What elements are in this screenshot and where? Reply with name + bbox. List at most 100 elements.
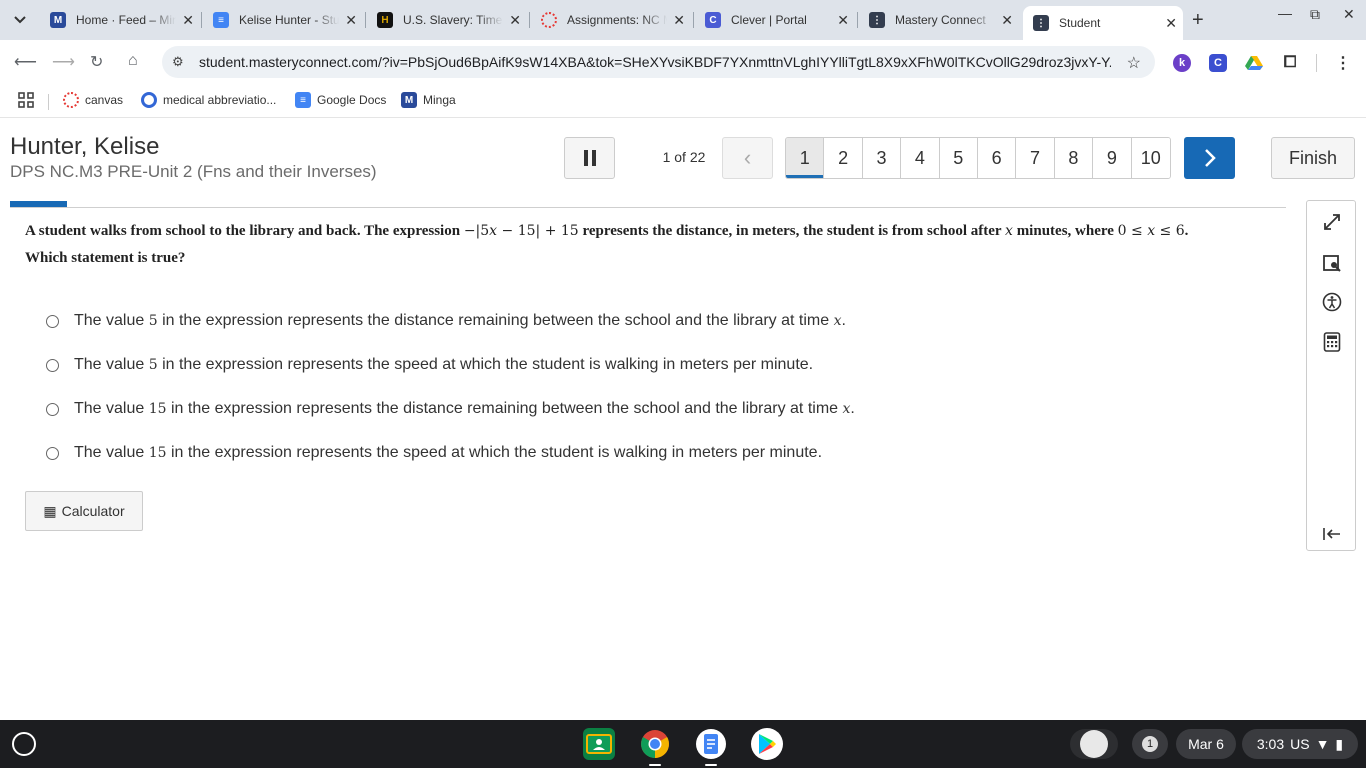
status-tray[interactable]: 3:03 US ▼ ▮ (1242, 729, 1358, 759)
date-tray[interactable]: Mar 6 (1176, 729, 1236, 759)
clever-icon: C (705, 12, 721, 28)
close-tab-icon[interactable]: ✕ (182, 12, 194, 29)
bookmark-google-docs[interactable]: ≡ Google Docs (295, 92, 386, 108)
answer-choice-a[interactable]: The value 5 in the expression represents… (46, 312, 846, 330)
close-tab-icon[interactable]: ✕ (345, 12, 357, 29)
question-number-3[interactable]: 3 (862, 138, 902, 178)
clock-time: 3:03 (1256, 736, 1285, 752)
question-number-10[interactable]: 10 (1131, 138, 1170, 178)
browser-toolbar: ⟵ ⟶ ↻ ⌂ ⚙ student.masteryconnect.com/?iv… (0, 40, 1366, 84)
new-tab-button[interactable]: + (1192, 9, 1204, 32)
question-number-4[interactable]: 4 (901, 138, 940, 178)
running-indicator (705, 764, 717, 766)
answer-choice-c[interactable]: The value 15 in the expression represent… (46, 400, 855, 418)
holding-space-tray[interactable] (1070, 729, 1118, 759)
bookmarks-bar: canvas medical abbreviatio... ≡ Google D… (0, 84, 1366, 118)
tab-clever-portal[interactable]: C Clever | Portal ✕ (695, 6, 855, 34)
answer-choice-d[interactable]: The value 15 in the expression represent… (46, 444, 822, 462)
tab-search-button[interactable] (7, 8, 33, 32)
collapse-panel-icon[interactable] (1321, 523, 1343, 545)
question-number-1[interactable]: 1 (786, 138, 825, 178)
close-tab-icon[interactable]: ✕ (837, 12, 849, 29)
canvas-icon (63, 92, 79, 108)
tab-student-active[interactable]: ⋮ Student ✕ (1023, 6, 1183, 40)
chevron-left-icon: ‹ (743, 145, 752, 170)
extensions-puzzle-icon[interactable]: ⧠ (1281, 54, 1299, 72)
google-docs-icon[interactable] (695, 728, 727, 760)
question-text: represents the distance, in meters, the … (578, 223, 1006, 239)
close-tab-icon[interactable]: ✕ (673, 12, 685, 29)
minimize-button[interactable]: — (1278, 5, 1292, 21)
close-tab-icon[interactable]: ✕ (509, 12, 521, 29)
tab-mastery-connect[interactable]: ⋮ Mastery Connect ✕ (859, 6, 1019, 34)
question-number-6[interactable]: 6 (977, 138, 1017, 178)
accessibility-icon[interactable] (1321, 291, 1343, 313)
radio-button[interactable] (46, 314, 59, 328)
reload-button[interactable]: ↻ (90, 52, 103, 72)
tab-us-slavery[interactable]: H U.S. Slavery: Timeline ✕ (367, 6, 527, 34)
clever-extension-icon[interactable]: C (1209, 54, 1227, 72)
question-number-8[interactable]: 8 (1054, 138, 1094, 178)
tab-separator (529, 12, 530, 28)
file-thumbnail-icon (1080, 730, 1108, 758)
math-variable: x (1005, 223, 1013, 239)
notification-tray[interactable]: 1 (1132, 729, 1168, 759)
tab-home-feed[interactable]: M Home · Feed – Minga ✕ (40, 6, 200, 34)
question-number-9[interactable]: 9 (1093, 138, 1132, 178)
bookmark-canvas[interactable]: canvas (63, 92, 123, 108)
tab-kelise-hunter[interactable]: ≡ Kelise Hunter - Student ✕ (203, 6, 363, 34)
radio-button[interactable] (46, 402, 59, 416)
play-store-icon[interactable] (751, 728, 783, 760)
student-name: Hunter, Kelise (10, 133, 160, 160)
bookmark-medical-abbreviations[interactable]: medical abbreviatio... (141, 92, 276, 108)
close-window-button[interactable]: ✕ (1343, 6, 1355, 23)
google-drive-icon[interactable] (1245, 54, 1263, 72)
tab-assignments[interactable]: Assignments: NC Math ✕ (531, 6, 691, 34)
apps-grid-icon[interactable] (18, 92, 34, 108)
tab-title: U.S. Slavery: Timeline (403, 13, 503, 27)
bookmark-minga[interactable]: M Minga (401, 92, 456, 108)
question-stem: A student walks from school to the libra… (25, 223, 1189, 239)
forward-button[interactable]: ⟶ (52, 52, 75, 72)
calculator-button[interactable]: ▦ Calculator (25, 491, 143, 531)
home-button[interactable]: ⌂ (128, 52, 138, 70)
radio-button[interactable] (46, 446, 59, 460)
question-number-7[interactable]: 7 (1016, 138, 1055, 178)
os-taskbar: 1 Mar 6 3:03 US ▼ ▮ (0, 720, 1366, 768)
pause-button[interactable] (564, 137, 615, 179)
chrome-icon[interactable] (639, 728, 671, 760)
question-number-2[interactable]: 2 (824, 138, 863, 178)
answer-choice-b[interactable]: The value 5 in the expression represents… (46, 356, 813, 374)
tab-title: Assignments: NC Math (567, 13, 667, 27)
tab-title: Kelise Hunter - Student (239, 13, 339, 27)
question-text: minutes, where (1012, 223, 1118, 239)
close-tab-icon[interactable]: ✕ (1001, 12, 1013, 29)
restore-button[interactable]: ⧉ (1310, 6, 1320, 23)
search-icon (141, 92, 157, 108)
calculator-icon: ▦ (43, 502, 57, 519)
kami-extension-icon[interactable]: k (1173, 54, 1191, 72)
site-info-icon[interactable]: ⚙ (172, 54, 192, 70)
url-text[interactable]: student.masteryconnect.com/?iv=PbSjOud6B… (199, 54, 1111, 70)
previous-question-button[interactable]: ‹ (722, 137, 773, 179)
browser-menu-icon[interactable]: ⋮ (1334, 54, 1352, 72)
finish-button[interactable]: Finish (1271, 137, 1355, 179)
assessment-title: DPS NC.M3 PRE-Unit 2 (Fns and their Inve… (10, 162, 377, 181)
next-question-button[interactable] (1184, 137, 1235, 179)
launcher-button[interactable] (12, 732, 36, 756)
question-number-5[interactable]: 5 (939, 138, 978, 178)
input-locale: US (1290, 736, 1310, 752)
back-button[interactable]: ⟵ (14, 52, 37, 72)
calculator-icon[interactable] (1321, 331, 1343, 353)
radio-button[interactable] (46, 358, 59, 372)
expand-icon[interactable] (1321, 211, 1343, 233)
address-bar[interactable]: ⚙ student.masteryconnect.com/?iv=PbSjOud… (162, 46, 1155, 78)
google-classroom-icon[interactable] (583, 728, 615, 760)
choice-text: The value 5 in the expression represents… (74, 312, 846, 329)
close-tab-icon[interactable]: ✕ (1165, 15, 1177, 32)
bookmark-star-icon[interactable]: ☆ (1127, 53, 1141, 73)
choice-text: The value 5 in the expression represents… (74, 356, 814, 373)
bookmark-label: medical abbreviatio... (163, 93, 277, 107)
magnifier-icon[interactable] (1321, 252, 1343, 274)
choice-text: The value 15 in the expression represent… (74, 444, 823, 461)
